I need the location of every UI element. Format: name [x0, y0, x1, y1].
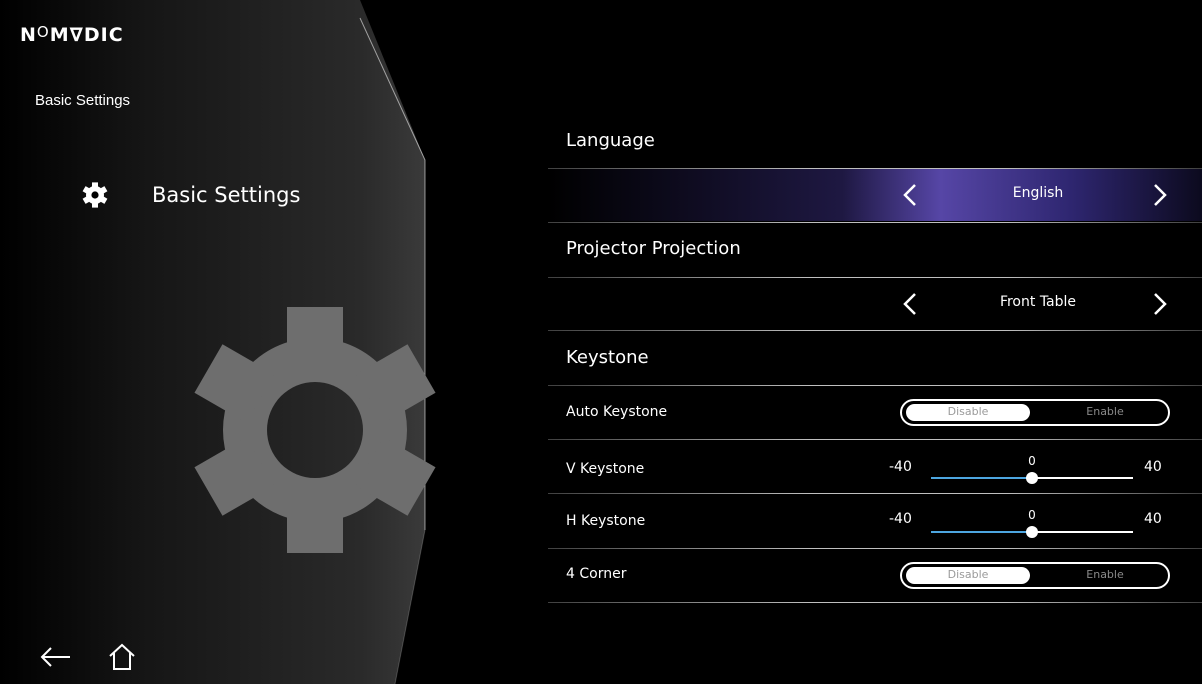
slider-fill: [931, 477, 1032, 479]
divider: [548, 602, 1202, 603]
v-keystone-min: -40: [889, 459, 912, 475]
left-panel: NOM∇DIC Basic Settings Basic Settings: [0, 0, 436, 684]
settings-screen: NOM∇DIC Basic Settings Basic Settings La…: [0, 0, 1202, 684]
divider: [548, 493, 1202, 494]
four-corner-toggle[interactable]: Disable Enable: [900, 562, 1170, 589]
chevron-left-icon[interactable]: [900, 181, 920, 209]
v-keystone-label: V Keystone: [566, 461, 645, 477]
gear-icon: [78, 178, 112, 212]
projection-header: Projector Projection: [566, 238, 741, 259]
back-button[interactable]: [38, 642, 72, 676]
auto-keystone-toggle[interactable]: Disable Enable: [900, 399, 1170, 426]
projection-selector[interactable]: Front Table: [548, 278, 1202, 330]
back-arrow-icon: [39, 645, 71, 673]
divider: [548, 222, 1202, 223]
keystone-header: Keystone: [566, 347, 649, 368]
toggle-option-enable: Enable: [1086, 568, 1124, 581]
divider: [548, 330, 1202, 331]
toggle-option-enable: Enable: [1086, 405, 1124, 418]
v-keystone-slider[interactable]: [931, 472, 1133, 484]
four-corner-label: 4 Corner: [566, 566, 627, 582]
toggle-option-disable: Disable: [947, 405, 989, 418]
v-keystone-value: 0: [1028, 454, 1036, 468]
divider: [548, 548, 1202, 549]
home-icon: [107, 642, 137, 676]
slider-fill: [931, 531, 1032, 533]
settings-list: Language English Projector Projection Fr…: [548, 0, 1202, 684]
h-keystone-min: -40: [889, 511, 912, 527]
slider-thumb[interactable]: [1026, 472, 1038, 484]
home-button[interactable]: [105, 642, 139, 676]
sidebar-item-label: Basic Settings: [152, 183, 301, 207]
slider-thumb[interactable]: [1026, 526, 1038, 538]
language-value: English: [1012, 185, 1064, 201]
divider: [548, 385, 1202, 386]
sidebar-item-basic-settings[interactable]: Basic Settings: [78, 176, 300, 214]
h-keystone-max: 40: [1144, 511, 1162, 527]
h-keystone-label: H Keystone: [566, 513, 646, 529]
h-keystone-value: 0: [1028, 508, 1036, 522]
language-selector[interactable]: English: [548, 169, 1202, 221]
chevron-right-icon[interactable]: [1150, 181, 1170, 209]
language-header: Language: [566, 130, 655, 151]
divider: [548, 439, 1202, 440]
v-keystone-max: 40: [1144, 459, 1162, 475]
page-title: Basic Settings: [35, 92, 131, 109]
projection-value: Front Table: [999, 294, 1077, 310]
toggle-option-disable: Disable: [947, 568, 989, 581]
chevron-right-icon[interactable]: [1150, 290, 1170, 318]
large-gear-icon: [190, 305, 450, 569]
nomvdic-logo: NOM∇DIC: [20, 23, 124, 46]
auto-keystone-label: Auto Keystone: [566, 404, 668, 420]
chevron-left-icon[interactable]: [900, 290, 920, 318]
h-keystone-slider[interactable]: [931, 526, 1133, 538]
